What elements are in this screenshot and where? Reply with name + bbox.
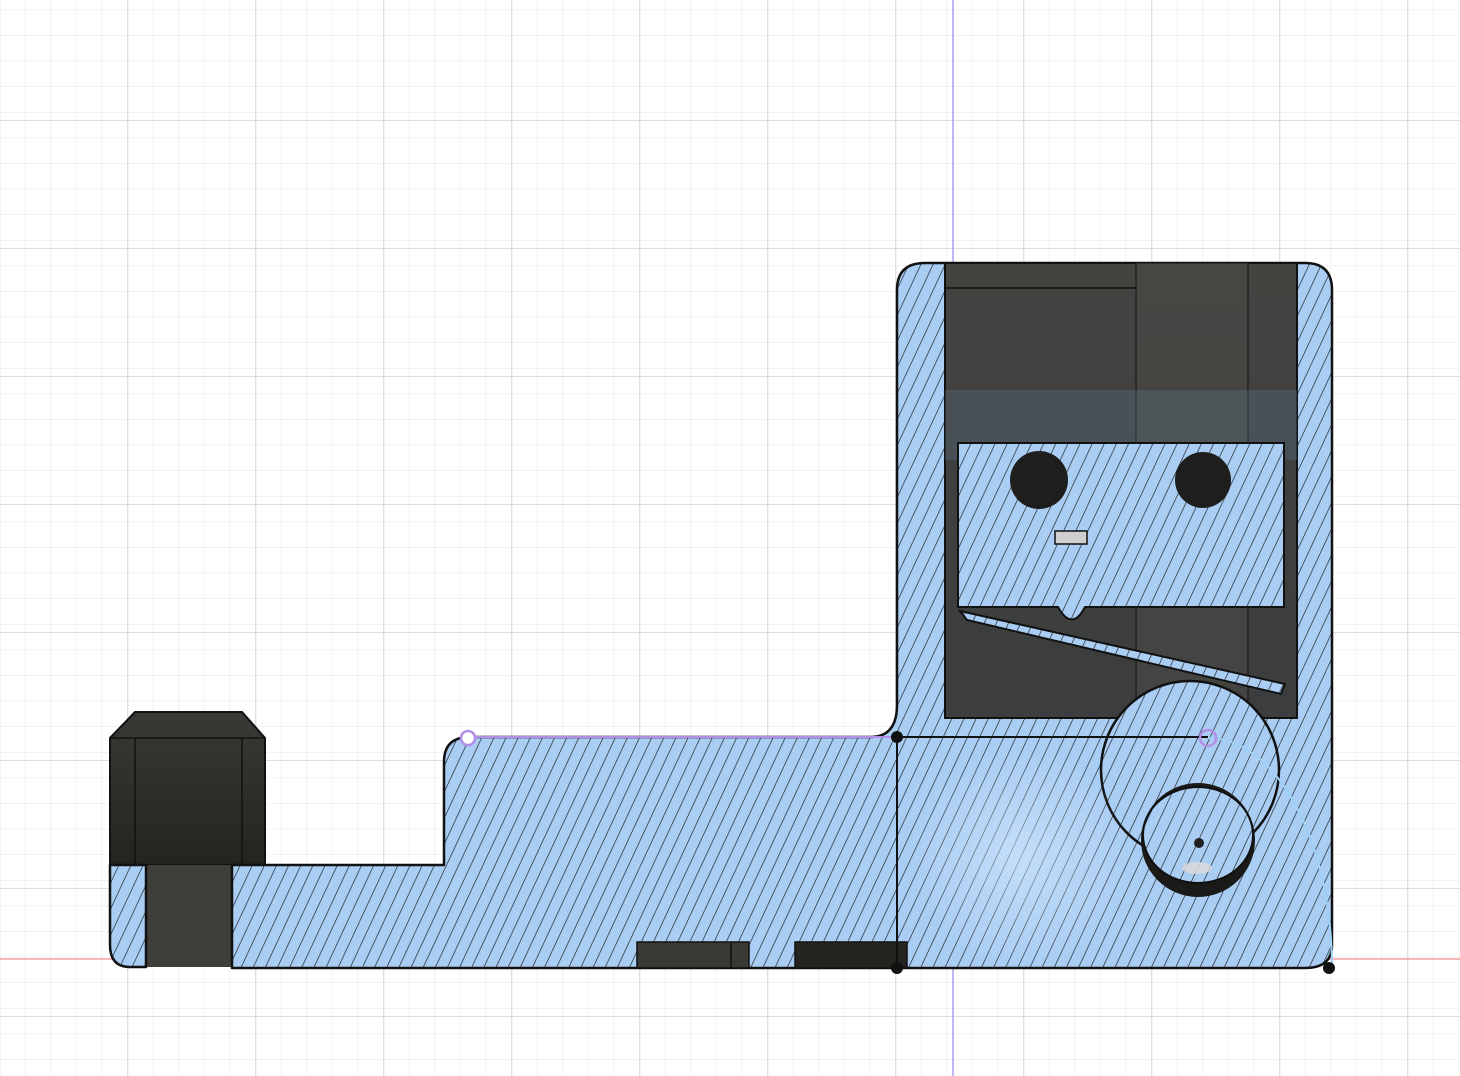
vertex-point[interactable] — [891, 731, 903, 743]
vertex-point[interactable] — [891, 962, 903, 974]
clip-housing[interactable] — [944, 262, 1298, 719]
mount-hole-right — [1175, 452, 1231, 508]
vertex-point[interactable] — [1323, 962, 1335, 974]
mount-hole-left — [1010, 451, 1068, 509]
slot — [1054, 530, 1088, 545]
selection-glow — [905, 745, 1135, 970]
constraint-point[interactable] — [459, 729, 477, 747]
design-viewport[interactable] — [0, 0, 1460, 1076]
